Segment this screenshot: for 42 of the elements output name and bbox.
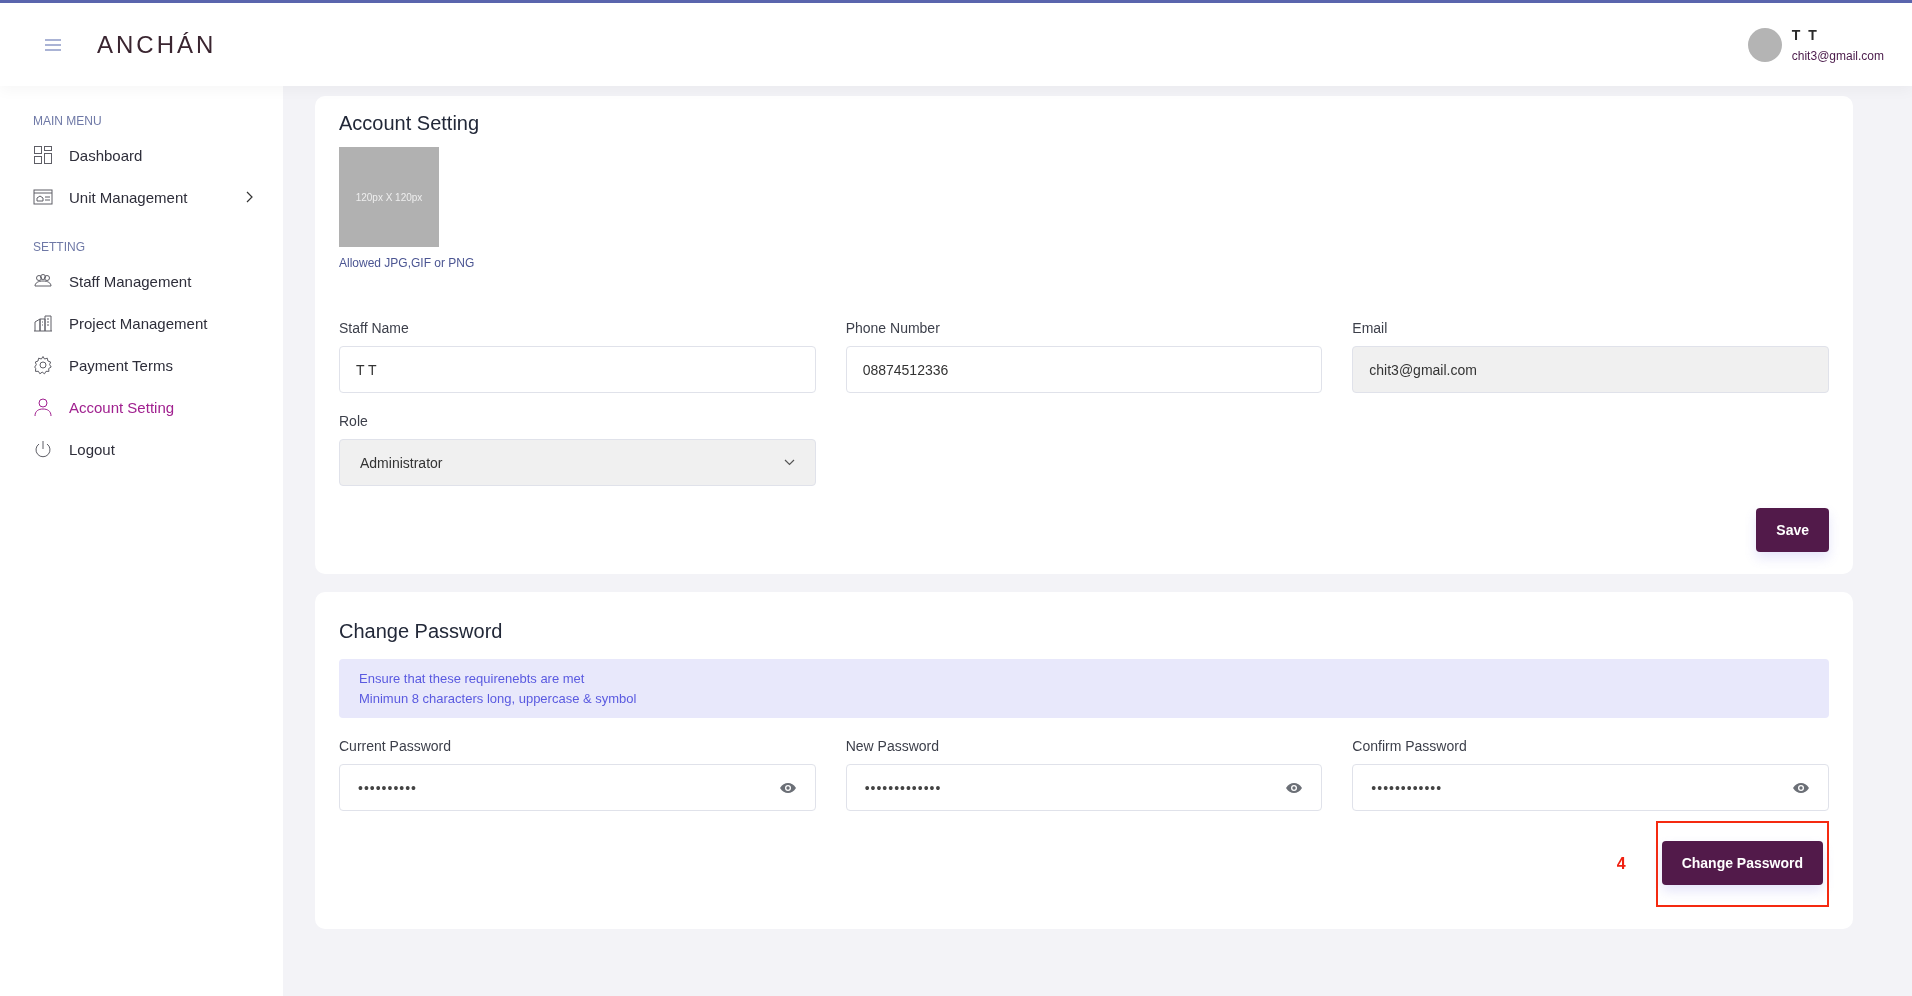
sidebar-item[interactable]: Logout [33, 428, 283, 470]
password-field[interactable]: •••••••••• [339, 764, 816, 811]
card-title: Change Password [339, 620, 503, 643]
annotation-number: 4 [1616, 855, 1626, 873]
notice-text: Minimun 8 characters long, uppercase & symbol [359, 691, 638, 706]
grid-icon [33, 145, 53, 165]
sidebar-item[interactable]: Payment Terms [33, 344, 283, 386]
sidebar-item[interactable]: Dashboard [33, 134, 283, 176]
sidebar-item[interactable]: Unit Management [33, 176, 283, 218]
logo[interactable]: ANCHÁN [97, 30, 217, 59]
user-icon [33, 397, 53, 417]
save-button[interactable]: Save [1756, 508, 1829, 552]
field-label: Confirm Password [1352, 738, 1468, 754]
eye-icon[interactable] [1285, 781, 1304, 794]
field-label: Current Password [339, 738, 453, 754]
password-field[interactable]: ••••••••••••• [845, 764, 1323, 811]
settings-icon [33, 355, 53, 375]
section-title: SETTING [33, 240, 86, 254]
field-label: Email [1352, 320, 1389, 336]
field-label: Role [339, 413, 369, 429]
eye-icon[interactable] [1792, 781, 1810, 794]
section-title: MAIN MENU [33, 114, 103, 128]
eye-icon[interactable] [778, 781, 797, 794]
user-email: chit3@gmail.com [1791, 48, 1884, 63]
user-name: T T [1791, 26, 1820, 43]
input-field[interactable]: T T [339, 346, 816, 393]
password-field[interactable]: •••••••••••• [1352, 764, 1829, 811]
input-field[interactable]: 08874512336 [845, 346, 1323, 393]
photo-hint: Allowed JPG,GIF or PNG [339, 256, 475, 270]
sidebar-item[interactable]: Project Management [33, 302, 283, 344]
power-icon [33, 439, 53, 459]
field-label: Staff Name [339, 320, 410, 336]
chevron-down-icon [783, 459, 795, 466]
field-label: New Password [845, 738, 941, 754]
sidebar-item[interactable]: Account Setting [33, 386, 283, 428]
change-password-button[interactable]: Change Password [1661, 841, 1823, 885]
notice-text: Ensure that these requirenebts are met [359, 671, 586, 686]
sidebar-item[interactable]: Staff Management [33, 260, 283, 302]
card-title: Account Setting [339, 112, 480, 135]
building-icon [33, 313, 53, 333]
field-label: Phone Number [845, 320, 941, 336]
window-icon [33, 187, 53, 207]
